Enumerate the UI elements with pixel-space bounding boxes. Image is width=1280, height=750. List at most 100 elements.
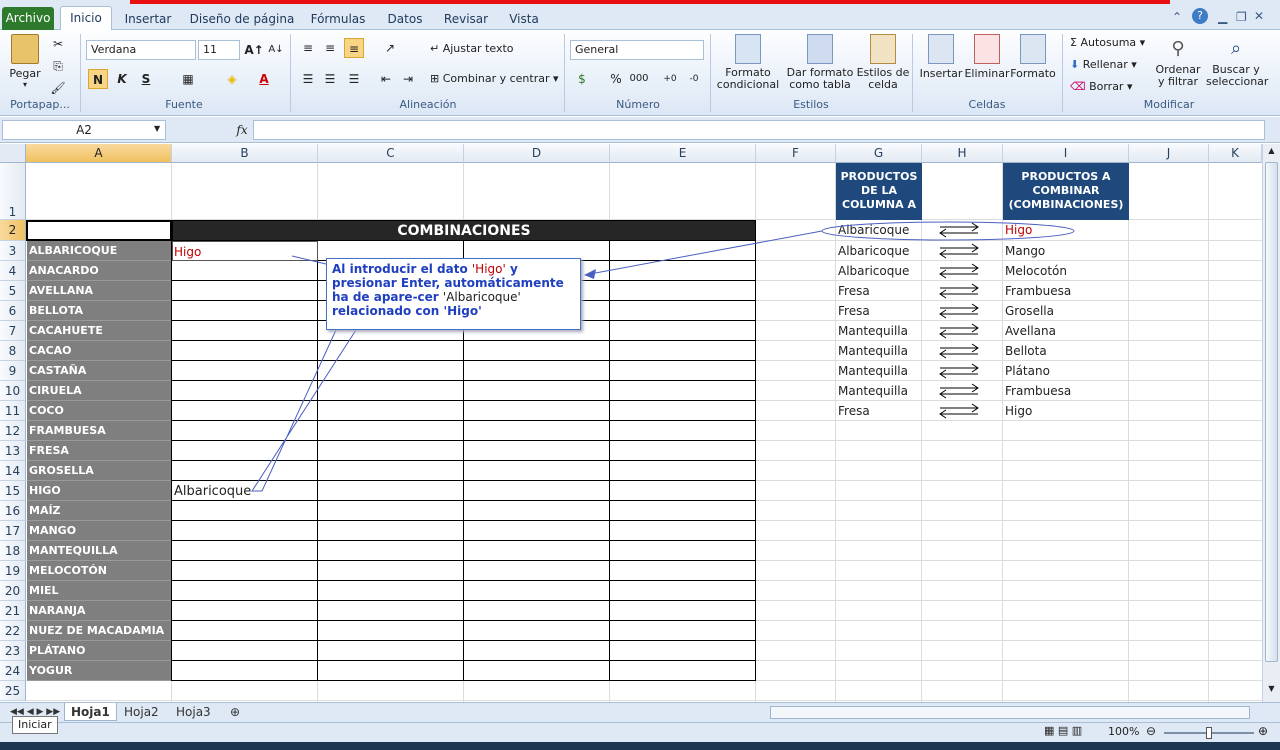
formula-input[interactable] bbox=[253, 120, 1265, 140]
tab-archivo[interactable]: Archivo bbox=[2, 7, 54, 31]
font-size-select[interactable]: 11 bbox=[198, 40, 240, 60]
increase-indent-icon[interactable]: ⇥ bbox=[398, 69, 418, 89]
underline-button[interactable]: S bbox=[136, 69, 156, 89]
delete-cells-label: Eliminar bbox=[964, 67, 1010, 80]
format-cells-icon bbox=[1020, 34, 1046, 64]
tab-insertar[interactable]: Insertar bbox=[118, 8, 178, 30]
restore-icon[interactable]: ❐ bbox=[1236, 10, 1247, 24]
number-format-select[interactable]: General bbox=[570, 40, 704, 60]
group-separator bbox=[912, 34, 913, 112]
insert-cells-button[interactable]: Insertar bbox=[916, 34, 966, 80]
decrease-indent-icon[interactable]: ⇤ bbox=[376, 69, 396, 89]
align-middle-icon[interactable]: ≡ bbox=[320, 38, 340, 58]
scroll-thumb[interactable] bbox=[1265, 162, 1278, 662]
taskbar bbox=[0, 742, 1280, 750]
horizontal-scrollbar[interactable] bbox=[770, 706, 1250, 719]
paste-dropdown-icon: ▾ bbox=[22, 80, 27, 89]
group-label-cells: Celdas bbox=[968, 98, 1006, 111]
conditional-format-button[interactable]: Formato condicional bbox=[712, 34, 784, 91]
ribbon-tab-bar: Archivo Inicio Insertar Diseño de página… bbox=[0, 4, 1280, 31]
autosum-button[interactable]: Σ Autosuma ▾ bbox=[1070, 36, 1145, 49]
sort-filter-button[interactable]: ⚲ Ordenar y filtrar bbox=[1152, 34, 1204, 88]
copy-icon[interactable]: ⎘ bbox=[48, 56, 68, 76]
merge-center-button[interactable]: ⊞ Combinar y centrar ▾ bbox=[430, 72, 559, 85]
borders-icon[interactable]: ▦ bbox=[178, 69, 198, 89]
cell-styles-button[interactable]: Estilos de celda bbox=[856, 34, 910, 91]
paste-button[interactable]: Pegar ▾ bbox=[8, 34, 42, 89]
orientation-icon[interactable]: ↗ bbox=[380, 38, 400, 58]
tab-formulas[interactable]: Fórmulas bbox=[306, 8, 370, 30]
callout-leader-b15 bbox=[251, 329, 357, 492]
bold-button[interactable]: N bbox=[88, 69, 108, 89]
tab-diseno-pagina[interactable]: Diseño de página bbox=[186, 8, 298, 30]
callout-text: Al introducir el dato bbox=[332, 262, 472, 276]
insert-function-button[interactable]: fx bbox=[232, 120, 252, 140]
clear-label: Borrar bbox=[1089, 80, 1124, 93]
minimize-icon[interactable]: ▁ bbox=[1218, 10, 1227, 24]
callout-quote-higo: 'Higo' bbox=[471, 262, 506, 276]
minimize-ribbon-icon[interactable]: ⌃ bbox=[1172, 10, 1182, 24]
sheet-tab-hoja2[interactable]: Hoja2 bbox=[118, 703, 165, 721]
zoom-in-icon[interactable]: ⊕ bbox=[1258, 724, 1268, 738]
callout-text: relacionado con bbox=[332, 304, 444, 318]
clear-button[interactable]: ⌫ Borrar ▾ bbox=[1070, 80, 1133, 93]
group-separator bbox=[290, 34, 291, 112]
format-cells-label: Formato bbox=[1010, 67, 1056, 80]
name-box-dropdown-icon[interactable]: ▼ bbox=[154, 124, 160, 133]
fill-button[interactable]: ⬇ Rellenar ▾ bbox=[1070, 58, 1137, 71]
help-icon[interactable]: ? bbox=[1192, 8, 1208, 24]
fill-color-icon[interactable]: ◈ bbox=[222, 69, 242, 89]
align-top-icon[interactable]: ≡ bbox=[298, 38, 318, 58]
align-bottom-icon[interactable]: ≡ bbox=[344, 38, 364, 58]
autosum-label: Autosuma bbox=[1080, 36, 1137, 49]
sheet-tab-hoja1[interactable]: Hoja1 bbox=[64, 703, 117, 721]
group-label-alignment: Alineación bbox=[399, 98, 457, 111]
format-as-table-button[interactable]: Dar formato como tabla bbox=[786, 34, 854, 91]
tab-inicio[interactable]: Inicio bbox=[60, 6, 112, 31]
shrink-font-icon[interactable]: A↓ bbox=[266, 40, 286, 60]
view-buttons[interactable]: ▦ ▤ ▥ bbox=[1044, 724, 1108, 740]
merge-icon: ⊞ bbox=[430, 72, 443, 85]
fill-down-icon: ⬇ bbox=[1070, 58, 1083, 71]
cut-icon[interactable]: ✂ bbox=[48, 34, 68, 54]
format-cells-button[interactable]: Formato bbox=[1010, 34, 1056, 80]
align-center-icon[interactable]: ☰ bbox=[320, 69, 340, 89]
delete-cells-icon bbox=[974, 34, 1000, 64]
tab-vista[interactable]: Vista bbox=[502, 8, 546, 30]
callout-quote-higo: 'Higo' bbox=[443, 304, 482, 318]
delete-cells-button[interactable]: Eliminar bbox=[964, 34, 1010, 80]
fill-label: Rellenar bbox=[1082, 58, 1128, 71]
font-name-select[interactable]: Verdana bbox=[86, 40, 196, 60]
increase-decimal-icon[interactable]: +0 bbox=[660, 69, 680, 89]
scroll-up-icon[interactable]: ▲ bbox=[1265, 146, 1278, 158]
vertical-scrollbar[interactable]: ▲ ▼ bbox=[1262, 144, 1280, 702]
paste-label: Pegar bbox=[9, 67, 41, 80]
worksheet[interactable]: ABCDEFGHIJK 1 2 3 4 5 6 7 8 9 10 11 12 13 14 15 16 17 18 1… bbox=[0, 144, 1262, 702]
name-box[interactable]: A2 bbox=[2, 120, 166, 140]
format-painter-icon[interactable]: 🖌 bbox=[48, 78, 68, 98]
zoom-out-icon[interactable]: ⊖ bbox=[1146, 724, 1156, 738]
tab-datos[interactable]: Datos bbox=[380, 8, 430, 30]
zoom-slider-thumb[interactable] bbox=[1206, 727, 1212, 739]
group-label-clipboard: Portapap... bbox=[10, 98, 70, 111]
align-right-icon[interactable]: ☰ bbox=[344, 69, 364, 89]
decrease-decimal-icon[interactable]: -0 bbox=[684, 69, 704, 89]
formula-bar: A2 ▼ fx bbox=[0, 117, 1280, 143]
close-icon[interactable]: ✕ bbox=[1254, 9, 1264, 23]
thousands-button[interactable]: 000 bbox=[628, 69, 650, 89]
align-left-icon[interactable]: ☰ bbox=[298, 69, 318, 89]
italic-button[interactable]: K bbox=[112, 69, 132, 89]
grow-font-icon[interactable]: A↑ bbox=[244, 40, 264, 60]
find-select-button[interactable]: ⌕ Buscar y seleccionar bbox=[1206, 34, 1268, 88]
callout-pointer-line bbox=[589, 230, 823, 275]
currency-icon[interactable]: $ bbox=[572, 69, 592, 89]
font-color-icon[interactable]: A bbox=[254, 69, 274, 89]
new-sheet-icon[interactable]: ⊕ bbox=[224, 703, 246, 721]
zoom-level[interactable]: 100% bbox=[1108, 725, 1139, 738]
tab-revisar[interactable]: Revisar bbox=[440, 8, 492, 30]
wrap-text-button[interactable]: ↵ Ajustar texto bbox=[430, 42, 514, 55]
sheet-tab-hoja3[interactable]: Hoja3 bbox=[170, 703, 217, 721]
insert-cells-label: Insertar bbox=[919, 67, 963, 80]
percent-button[interactable]: % bbox=[606, 69, 626, 89]
scroll-down-icon[interactable]: ▼ bbox=[1265, 684, 1278, 696]
